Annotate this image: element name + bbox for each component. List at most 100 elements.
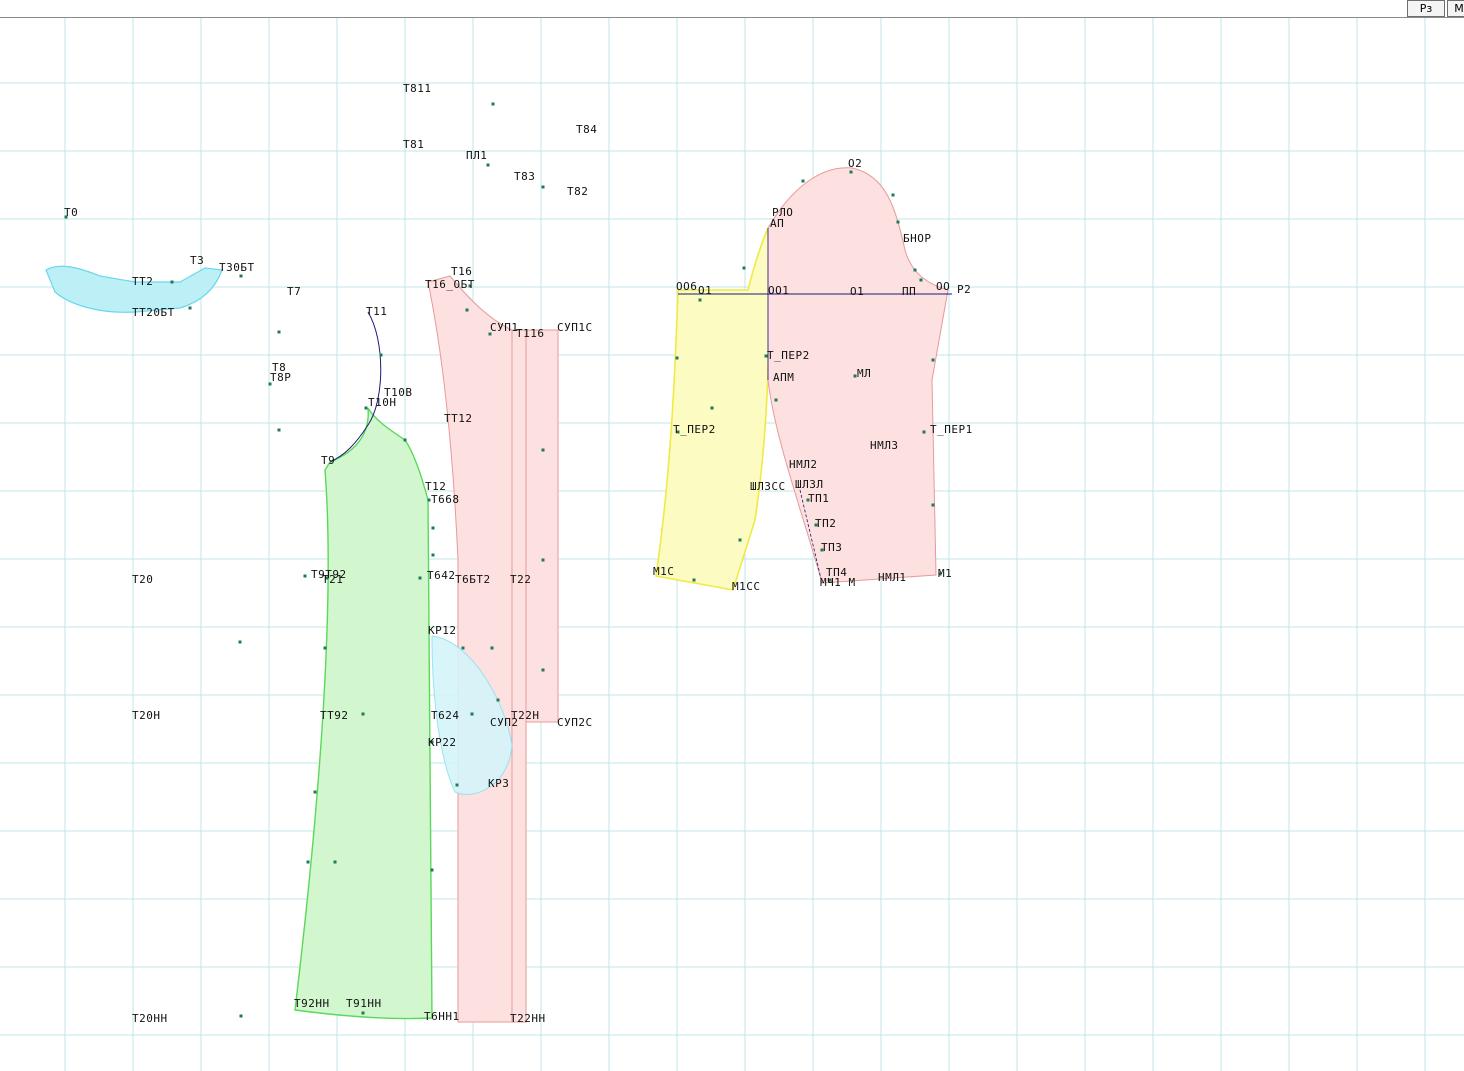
point-marker[interactable] — [461, 646, 465, 650]
label-kr12: КР12 — [428, 624, 457, 637]
point-marker[interactable] — [323, 646, 327, 650]
label-ml: МЛ — [857, 367, 871, 380]
point-marker[interactable] — [418, 576, 422, 580]
label-t81: Т81 — [403, 138, 424, 151]
label-t6hh: Т6НН1 — [424, 1010, 460, 1023]
label-oo1: ОО1 — [768, 284, 789, 297]
label-t116: Т116 — [516, 327, 545, 340]
point-marker[interactable] — [465, 308, 469, 312]
label-t-per2: Т_ПЕР2 — [767, 349, 810, 362]
label-sup1c: СУП1С — [557, 321, 593, 334]
point-marker[interactable] — [239, 274, 243, 278]
label-t91hh: Т91НН — [346, 997, 382, 1010]
point-marker[interactable] — [931, 503, 935, 507]
point-marker[interactable] — [430, 868, 434, 872]
label-kr22: КР22 — [428, 736, 457, 749]
label-t92hh: Т92НН — [294, 997, 330, 1010]
label-t112: ТТ12 — [444, 412, 473, 425]
point-marker[interactable] — [913, 268, 917, 272]
point-marker[interactable] — [675, 356, 679, 360]
point-marker[interactable] — [303, 574, 307, 578]
label-oo: ОО — [936, 280, 950, 293]
label-m41: МЧ1 М — [820, 576, 856, 589]
point-marker[interactable] — [738, 538, 742, 542]
label-t22: Т22 — [510, 573, 531, 586]
label-t83: Т83 — [514, 170, 535, 183]
point-marker[interactable] — [361, 712, 365, 716]
label-shl3cc: ШЛ3СС — [750, 480, 786, 493]
point-marker[interactable] — [919, 278, 923, 282]
point-marker[interactable] — [170, 280, 174, 284]
point-marker[interactable] — [541, 558, 545, 562]
point-marker[interactable] — [239, 1014, 243, 1018]
label-nm1: НМЛ1 — [878, 571, 907, 584]
label-ap: АП — [770, 217, 784, 230]
label-t20bt: ТТ20БТ — [132, 306, 175, 319]
point-marker[interactable] — [333, 860, 337, 864]
top-toolbar: Рз М — [0, 0, 1464, 18]
label-t21: Т21 — [322, 573, 343, 586]
label-pp: ПП — [902, 285, 916, 298]
point-marker[interactable] — [849, 170, 853, 174]
point-marker[interactable] — [896, 220, 900, 224]
label-sup2c: СУП2С — [557, 716, 593, 729]
label-nml2: НМЛ2 — [789, 458, 818, 471]
point-marker[interactable] — [774, 398, 778, 402]
point-marker[interactable] — [698, 298, 702, 302]
label-apm: АПМ — [773, 371, 794, 384]
point-marker[interactable] — [496, 698, 500, 702]
point-marker[interactable] — [455, 783, 459, 787]
label-t20: Т20 — [132, 573, 153, 586]
label-t22hh: Т22НН — [510, 1012, 546, 1025]
point-marker[interactable] — [313, 790, 317, 794]
point-marker[interactable] — [490, 646, 494, 650]
point-marker[interactable] — [891, 193, 895, 197]
point-marker[interactable] — [922, 430, 926, 434]
point-marker[interactable] — [403, 438, 407, 442]
label-t11: Т11 — [366, 305, 387, 318]
rz-button[interactable]: Рз — [1407, 0, 1445, 17]
label-tp3: ТП3 — [821, 541, 842, 554]
point-marker[interactable] — [541, 448, 545, 452]
point-marker[interactable] — [931, 358, 935, 362]
point-marker[interactable] — [710, 406, 714, 410]
m-button[interactable]: М — [1447, 0, 1464, 17]
point-marker[interactable] — [188, 306, 192, 310]
point-marker[interactable] — [491, 102, 495, 106]
label-t30bt: Т30БТ — [219, 261, 255, 274]
point-marker[interactable] — [692, 578, 696, 582]
point-marker[interactable] — [541, 185, 545, 189]
label-t16: Т16 — [451, 265, 472, 278]
point-marker[interactable] — [470, 712, 474, 716]
point-marker[interactable] — [486, 163, 490, 167]
point-marker[interactable] — [361, 1011, 365, 1015]
point-marker[interactable] — [431, 553, 435, 557]
label-p2: Р2 — [957, 283, 971, 296]
label-t16-obt: Т16_ОБТ — [425, 278, 475, 291]
point-marker[interactable] — [238, 640, 242, 644]
point-marker[interactable] — [277, 330, 281, 334]
point-marker[interactable] — [306, 860, 310, 864]
label-t-per2-lower: Т_ПЕР2 — [673, 423, 716, 436]
point-marker[interactable] — [742, 266, 746, 270]
label-m1: М1 — [938, 567, 952, 580]
label-tt92: ТТ92 — [320, 709, 349, 722]
point-marker[interactable] — [801, 179, 805, 183]
label-t811: Т811 — [403, 82, 432, 95]
label-t84: Т84 — [576, 123, 597, 136]
label-shl3l: ШЛ3Л — [795, 478, 824, 491]
label-t6bt2: Т6БТ2 — [455, 573, 491, 586]
point-marker[interactable] — [277, 428, 281, 432]
label-t9: Т9 — [321, 454, 335, 467]
label-t624: Т624 — [431, 709, 460, 722]
label-t668: Т668 — [431, 493, 460, 506]
label-tp2: ТП2 — [815, 517, 836, 530]
point-marker[interactable] — [541, 668, 545, 672]
label-sup2: СУП2 — [490, 716, 519, 729]
pattern-canvas[interactable]: Т0 ТТ2 Т3 Т30БТ ТТ20БТ Т7 Т8 Т8Р Т11 Т10… — [0, 18, 1464, 1071]
label-o1b: О1 — [850, 285, 864, 298]
label-o2: О2 — [848, 157, 862, 170]
label-t0: Т0 — [64, 206, 78, 219]
point-marker[interactable] — [379, 353, 383, 357]
point-marker[interactable] — [431, 526, 435, 530]
